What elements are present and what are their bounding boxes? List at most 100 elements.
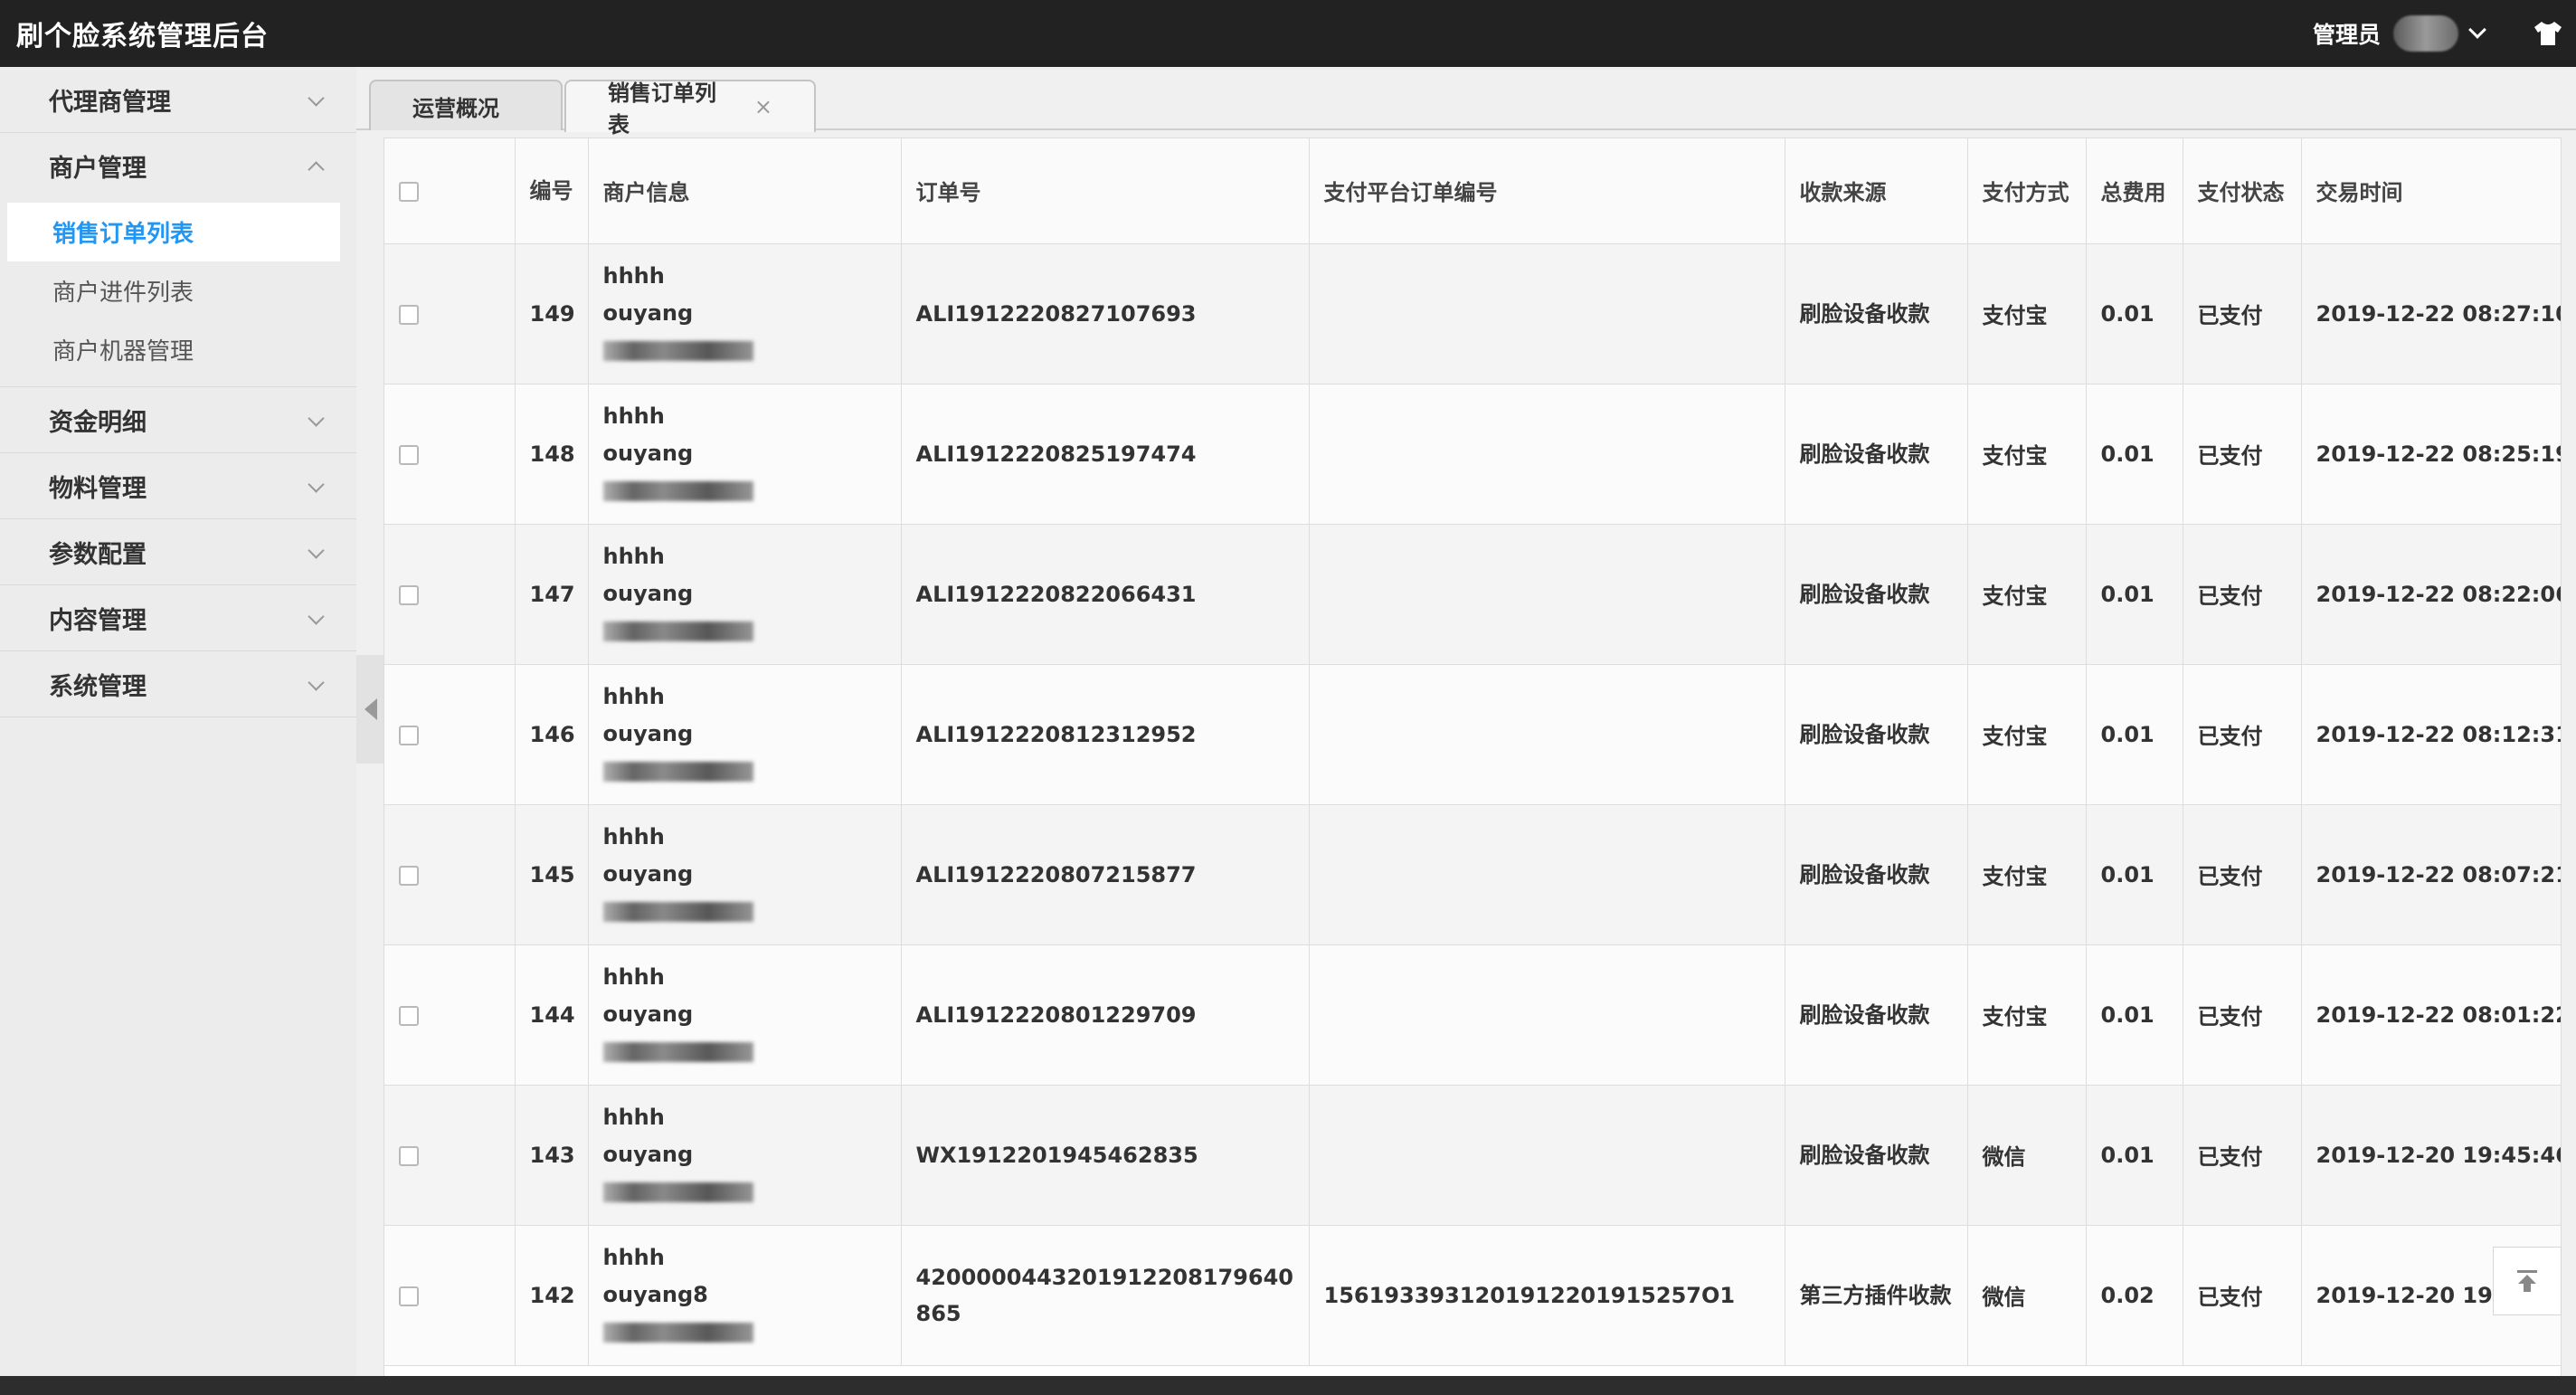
table-row[interactable]: 149 hhhh ouyang ALI1912220827107693 刷脸设备收款 支付… bbox=[384, 243, 2561, 384]
sidebar-item-agent[interactable]: 代理商管理 bbox=[0, 67, 356, 133]
merchant-user: ouyang bbox=[602, 1001, 694, 1027]
row-checkbox[interactable] bbox=[399, 1005, 419, 1026]
redacted-phone bbox=[602, 341, 753, 361]
col-header-merchant[interactable]: 商户信息 bbox=[588, 138, 902, 244]
col-header-order-no[interactable]: 订单号 bbox=[901, 138, 1310, 244]
cell-source: 刷脸设备收款 bbox=[1785, 243, 1968, 384]
row-checkbox[interactable] bbox=[399, 1145, 419, 1166]
cell-merchant: hhhh ouyang8 bbox=[588, 1225, 902, 1366]
cell-status: 已支付 bbox=[2183, 384, 2302, 525]
cell-platform-no bbox=[1309, 524, 1785, 665]
sidebar-subitem-sales-orders[interactable]: 销售订单列表 bbox=[7, 203, 340, 261]
sidebar-item-content[interactable]: 内容管理 bbox=[0, 585, 356, 651]
col-header-platform-no[interactable]: 支付平台订单编号 bbox=[1309, 138, 1785, 244]
cell-time: 2019-12-22 08:27:10 bbox=[2301, 243, 2561, 384]
cell-order-no: ALI1912220827107693 bbox=[901, 243, 1310, 384]
sidebar-collapse-handle[interactable] bbox=[356, 655, 385, 764]
cell-id: 149 bbox=[515, 243, 589, 384]
sidebar-item-funds[interactable]: 资金明细 bbox=[0, 387, 356, 453]
cell-pay-method: 支付宝 bbox=[1967, 243, 2087, 384]
table-row[interactable]: 143 hhhh ouyang WX1912201945462835 刷脸设备收款 微信 0… bbox=[384, 1085, 2561, 1226]
merchant-name: hhhh bbox=[602, 824, 665, 849]
merchant-name: hhhh bbox=[602, 403, 665, 429]
col-header-id[interactable]: 编号 bbox=[515, 138, 589, 244]
cell-id: 144 bbox=[515, 944, 589, 1086]
redacted-phone bbox=[602, 1323, 753, 1343]
cell-status: 已支付 bbox=[2183, 1085, 2302, 1226]
table-row[interactable]: 145 hhhh ouyang ALI1912220807215877 刷脸设备收款 支付… bbox=[384, 804, 2561, 945]
row-checkbox[interactable] bbox=[399, 725, 419, 745]
cell-total: 0.01 bbox=[2086, 1085, 2183, 1226]
cell-total: 0.01 bbox=[2086, 664, 2183, 805]
cell-platform-no bbox=[1309, 243, 1785, 384]
cell-order-no: ALI1912220807215877 bbox=[901, 804, 1310, 945]
table-row[interactable]: 146 hhhh ouyang ALI1912220812312952 刷脸设备收款 支付… bbox=[384, 664, 2561, 805]
tab-label: 运营概况 bbox=[412, 95, 499, 121]
cell-time: 2019-12-22 08:25:19 bbox=[2301, 384, 2561, 525]
sidebar-item-system[interactable]: 系统管理 bbox=[0, 651, 356, 717]
merchant-name: hhhh bbox=[602, 1105, 665, 1130]
cell-id: 147 bbox=[515, 524, 589, 665]
chevron-down-icon bbox=[308, 90, 325, 107]
row-checkbox[interactable] bbox=[399, 1286, 419, 1306]
cell-status: 已支付 bbox=[2183, 664, 2302, 805]
tab-bar: 运营概况 销售订单列表 × bbox=[356, 67, 2576, 138]
merchant-name: hhhh bbox=[602, 1245, 665, 1270]
table-row[interactable]: 147 hhhh ouyang ALI1912220822066431 刷脸设备收款 支付… bbox=[384, 524, 2561, 665]
user-area[interactable]: 管理员 bbox=[2313, 0, 2576, 67]
row-select-cell bbox=[384, 243, 516, 384]
shirt-icon[interactable] bbox=[2533, 20, 2563, 47]
row-checkbox[interactable] bbox=[399, 865, 419, 886]
cell-source: 刷脸设备收款 bbox=[1785, 1085, 1968, 1226]
row-checkbox[interactable] bbox=[399, 584, 419, 605]
row-select-cell bbox=[384, 664, 516, 805]
row-checkbox[interactable] bbox=[399, 304, 419, 325]
table-row[interactable]: 144 hhhh ouyang ALI1912220801229709 刷脸设备收款 支付… bbox=[384, 944, 2561, 1086]
avatar[interactable] bbox=[2393, 15, 2458, 52]
cell-merchant: hhhh ouyang bbox=[588, 384, 902, 525]
chevron-down-icon bbox=[308, 410, 325, 427]
merchant-phone-redacted bbox=[602, 1314, 886, 1351]
cell-status: 已支付 bbox=[2183, 243, 2302, 384]
sidebar-subitem-merchant-onboarding[interactable]: 商户进件列表 bbox=[0, 261, 356, 320]
sidebar-item-materials[interactable]: 物料管理 bbox=[0, 453, 356, 519]
col-header-time[interactable]: 交易时间 bbox=[2301, 138, 2561, 244]
bottom-bar bbox=[0, 1376, 2576, 1395]
merchant-phone-redacted bbox=[602, 472, 886, 509]
scroll-to-top-button[interactable] bbox=[2493, 1247, 2562, 1315]
cell-platform-no bbox=[1309, 1085, 1785, 1226]
col-header-total[interactable]: 总费用 bbox=[2086, 138, 2183, 244]
redacted-phone bbox=[602, 481, 753, 501]
tab-sales-orders[interactable]: 销售订单列表 × bbox=[564, 80, 816, 138]
col-header-pay-method[interactable]: 支付方式 bbox=[1967, 138, 2087, 244]
cell-total: 0.01 bbox=[2086, 384, 2183, 525]
cell-order-no: ALI1912220825197474 bbox=[901, 384, 1310, 525]
merchant-name: hhhh bbox=[602, 684, 665, 709]
select-all-checkbox[interactable] bbox=[399, 181, 419, 202]
row-checkbox[interactable] bbox=[399, 444, 419, 465]
tab-overview[interactable]: 运营概况 bbox=[369, 80, 563, 130]
col-header-status[interactable]: 支付状态 bbox=[2183, 138, 2302, 244]
sidebar-item-merchant[interactable]: 商户管理 bbox=[0, 133, 356, 199]
cell-source: 刷脸设备收款 bbox=[1785, 944, 1968, 1086]
cell-pay-method: 微信 bbox=[1967, 1225, 2087, 1366]
col-header-source[interactable]: 收款来源 bbox=[1785, 138, 1968, 244]
cell-order-no: 4200000443201912208179640865 bbox=[901, 1225, 1310, 1366]
redacted-phone bbox=[602, 1042, 753, 1062]
merchant-phone-redacted bbox=[602, 1173, 886, 1210]
chevron-down-icon[interactable] bbox=[2468, 21, 2486, 39]
redacted-phone bbox=[602, 1182, 753, 1202]
table-row[interactable]: 148 hhhh ouyang ALI1912220825197474 刷脸设备收款 支付… bbox=[384, 384, 2561, 525]
merchant-name: hhhh bbox=[602, 544, 665, 569]
cell-time: 2019-12-22 08:01:22 bbox=[2301, 944, 2561, 1086]
sidebar-item-params[interactable]: 参数配置 bbox=[0, 519, 356, 585]
close-icon[interactable]: × bbox=[754, 94, 772, 119]
cell-status: 已支付 bbox=[2183, 804, 2302, 945]
cell-total: 0.01 bbox=[2086, 944, 2183, 1086]
row-select-cell bbox=[384, 1085, 516, 1226]
table-row[interactable]: 142 hhhh ouyang8 42000004432019122081796408… bbox=[384, 1225, 2561, 1366]
cell-pay-method: 微信 bbox=[1967, 1085, 2087, 1226]
admin-label[interactable]: 管理员 bbox=[2313, 17, 2381, 50]
merchant-user: ouyang bbox=[602, 581, 694, 606]
sidebar-subitem-merchant-machines[interactable]: 商户机器管理 bbox=[0, 320, 356, 379]
